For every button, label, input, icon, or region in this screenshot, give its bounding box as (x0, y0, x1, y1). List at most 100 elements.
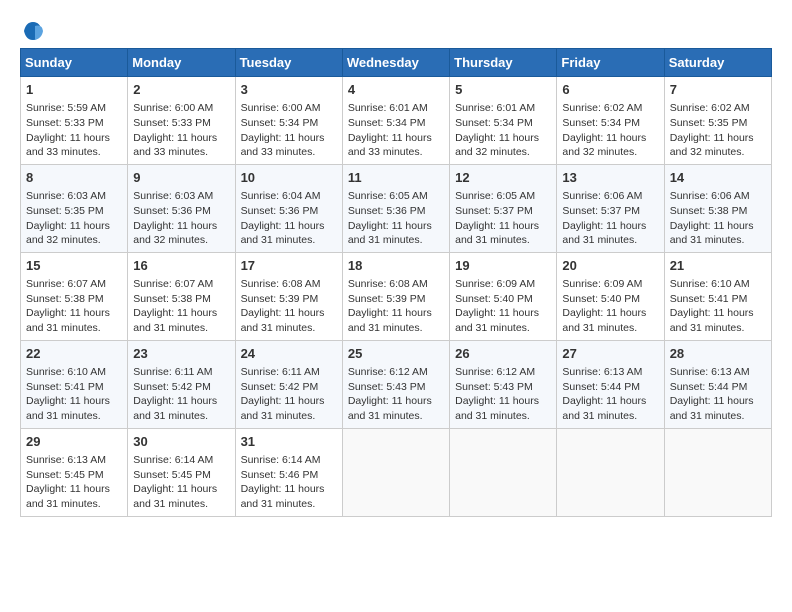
calendar-cell (557, 428, 664, 516)
day-info: Sunrise: 6:05 AM Sunset: 5:36 PM Dayligh… (348, 189, 444, 248)
logo (20, 20, 44, 38)
calendar-header-row: SundayMondayTuesdayWednesdayThursdayFrid… (21, 49, 772, 77)
day-number: 26 (455, 345, 551, 363)
day-number: 19 (455, 257, 551, 275)
calendar-cell: 28 Sunrise: 6:13 AM Sunset: 5:44 PM Dayli… (664, 340, 771, 428)
day-info: Sunrise: 6:08 AM Sunset: 5:39 PM Dayligh… (348, 277, 444, 336)
calendar-cell: 21 Sunrise: 6:10 AM Sunset: 5:41 PM Dayli… (664, 252, 771, 340)
calendar-week-row: 15 Sunrise: 6:07 AM Sunset: 5:38 PM Dayli… (21, 252, 772, 340)
day-info: Sunrise: 6:11 AM Sunset: 5:42 PM Dayligh… (241, 365, 337, 424)
weekday-header: Sunday (21, 49, 128, 77)
day-info: Sunrise: 6:13 AM Sunset: 5:44 PM Dayligh… (670, 365, 766, 424)
day-info: Sunrise: 6:08 AM Sunset: 5:39 PM Dayligh… (241, 277, 337, 336)
calendar-cell: 2Sunrise: 6:00 AM Sunset: 5:33 PM Daylig… (128, 77, 235, 165)
day-info: Sunrise: 6:13 AM Sunset: 5:45 PM Dayligh… (26, 453, 122, 512)
day-info: Sunrise: 6:01 AM Sunset: 5:34 PM Dayligh… (348, 101, 444, 160)
calendar-cell: 9 Sunrise: 6:03 AM Sunset: 5:36 PM Daylig… (128, 164, 235, 252)
calendar-cell: 12Sunrise: 6:05 AM Sunset: 5:37 PM Dayli… (450, 164, 557, 252)
day-info: Sunrise: 5:59 AM Sunset: 5:33 PM Dayligh… (26, 101, 122, 160)
day-info: Sunrise: 6:03 AM Sunset: 5:36 PM Dayligh… (133, 189, 229, 248)
weekday-header: Tuesday (235, 49, 342, 77)
calendar-cell (450, 428, 557, 516)
calendar-cell: 25Sunrise: 6:12 AM Sunset: 5:43 PM Dayli… (342, 340, 449, 428)
day-info: Sunrise: 6:09 AM Sunset: 5:40 PM Dayligh… (562, 277, 658, 336)
day-info: Sunrise: 6:07 AM Sunset: 5:38 PM Dayligh… (26, 277, 122, 336)
day-number: 20 (562, 257, 658, 275)
day-info: Sunrise: 6:02 AM Sunset: 5:35 PM Dayligh… (670, 101, 766, 160)
calendar-cell: 20 Sunrise: 6:09 AM Sunset: 5:40 PM Dayli… (557, 252, 664, 340)
day-number: 29 (26, 433, 122, 451)
day-number: 15 (26, 257, 122, 275)
calendar-cell: 16 Sunrise: 6:07 AM Sunset: 5:38 PM Dayli… (128, 252, 235, 340)
calendar-week-row: 22Sunrise: 6:10 AM Sunset: 5:41 PM Dayli… (21, 340, 772, 428)
day-info: Sunrise: 6:13 AM Sunset: 5:44 PM Dayligh… (562, 365, 658, 424)
day-info: Sunrise: 6:03 AM Sunset: 5:35 PM Dayligh… (26, 189, 122, 248)
calendar-cell: 7 Sunrise: 6:02 AM Sunset: 5:35 PM Daylig… (664, 77, 771, 165)
day-info: Sunrise: 6:04 AM Sunset: 5:36 PM Dayligh… (241, 189, 337, 248)
day-info: Sunrise: 6:06 AM Sunset: 5:38 PM Dayligh… (670, 189, 766, 248)
calendar-week-row: 8 Sunrise: 6:03 AM Sunset: 5:35 PM Daylig… (21, 164, 772, 252)
page-header (20, 20, 772, 38)
calendar-cell (664, 428, 771, 516)
day-number: 16 (133, 257, 229, 275)
calendar-cell: 29 Sunrise: 6:13 AM Sunset: 5:45 PM Dayli… (21, 428, 128, 516)
day-number: 27 (562, 345, 658, 363)
day-info: Sunrise: 6:10 AM Sunset: 5:41 PM Dayligh… (670, 277, 766, 336)
day-number: 13 (562, 169, 658, 187)
day-info: Sunrise: 6:14 AM Sunset: 5:46 PM Dayligh… (241, 453, 337, 512)
day-number: 21 (670, 257, 766, 275)
calendar-cell: 1 Sunrise: 5:59 AM Sunset: 5:33 PM Daylig… (21, 77, 128, 165)
calendar-cell: 26 Sunrise: 6:12 AM Sunset: 5:43 PM Dayli… (450, 340, 557, 428)
day-info: Sunrise: 6:11 AM Sunset: 5:42 PM Dayligh… (133, 365, 229, 424)
calendar-week-row: 29 Sunrise: 6:13 AM Sunset: 5:45 PM Dayli… (21, 428, 772, 516)
calendar-cell: 10 Sunrise: 6:04 AM Sunset: 5:36 PM Dayli… (235, 164, 342, 252)
calendar-table: SundayMondayTuesdayWednesdayThursdayFrid… (20, 48, 772, 517)
calendar-cell (342, 428, 449, 516)
day-info: Sunrise: 6:01 AM Sunset: 5:34 PM Dayligh… (455, 101, 551, 160)
day-number: 4 (348, 81, 444, 99)
day-number: 31 (241, 433, 337, 451)
day-number: 3 (241, 81, 337, 99)
calendar-cell: 22Sunrise: 6:10 AM Sunset: 5:41 PM Dayli… (21, 340, 128, 428)
calendar-cell: 19 Sunrise: 6:09 AM Sunset: 5:40 PM Dayli… (450, 252, 557, 340)
weekday-header: Friday (557, 49, 664, 77)
day-number: 25 (348, 345, 444, 363)
calendar-cell: 5Sunrise: 6:01 AM Sunset: 5:34 PM Daylig… (450, 77, 557, 165)
calendar-cell: 27 Sunrise: 6:13 AM Sunset: 5:44 PM Dayli… (557, 340, 664, 428)
day-number: 30 (133, 433, 229, 451)
calendar-cell: 24Sunrise: 6:11 AM Sunset: 5:42 PM Dayli… (235, 340, 342, 428)
day-info: Sunrise: 6:00 AM Sunset: 5:33 PM Dayligh… (133, 101, 229, 160)
day-number: 28 (670, 345, 766, 363)
day-number: 9 (133, 169, 229, 187)
calendar-cell: 8 Sunrise: 6:03 AM Sunset: 5:35 PM Daylig… (21, 164, 128, 252)
calendar-cell: 6 Sunrise: 6:02 AM Sunset: 5:34 PM Daylig… (557, 77, 664, 165)
calendar-cell: 4 Sunrise: 6:01 AM Sunset: 5:34 PM Daylig… (342, 77, 449, 165)
day-number: 7 (670, 81, 766, 99)
calendar-cell: 30Sunrise: 6:14 AM Sunset: 5:45 PM Dayli… (128, 428, 235, 516)
day-number: 8 (26, 169, 122, 187)
day-number: 10 (241, 169, 337, 187)
day-info: Sunrise: 6:09 AM Sunset: 5:40 PM Dayligh… (455, 277, 551, 336)
day-number: 17 (241, 257, 337, 275)
logo-icon (22, 20, 44, 42)
day-number: 1 (26, 81, 122, 99)
calendar-cell: 14 Sunrise: 6:06 AM Sunset: 5:38 PM Dayli… (664, 164, 771, 252)
day-number: 6 (562, 81, 658, 99)
calendar-cell: 23 Sunrise: 6:11 AM Sunset: 5:42 PM Dayli… (128, 340, 235, 428)
calendar-cell: 15 Sunrise: 6:07 AM Sunset: 5:38 PM Dayli… (21, 252, 128, 340)
day-number: 18 (348, 257, 444, 275)
day-info: Sunrise: 6:07 AM Sunset: 5:38 PM Dayligh… (133, 277, 229, 336)
day-info: Sunrise: 6:00 AM Sunset: 5:34 PM Dayligh… (241, 101, 337, 160)
weekday-header: Thursday (450, 49, 557, 77)
day-number: 14 (670, 169, 766, 187)
calendar-cell: 31 Sunrise: 6:14 AM Sunset: 5:46 PM Dayli… (235, 428, 342, 516)
calendar-cell: 13 Sunrise: 6:06 AM Sunset: 5:37 PM Dayli… (557, 164, 664, 252)
day-info: Sunrise: 6:06 AM Sunset: 5:37 PM Dayligh… (562, 189, 658, 248)
day-info: Sunrise: 6:12 AM Sunset: 5:43 PM Dayligh… (455, 365, 551, 424)
day-info: Sunrise: 6:02 AM Sunset: 5:34 PM Dayligh… (562, 101, 658, 160)
weekday-header: Wednesday (342, 49, 449, 77)
weekday-header: Saturday (664, 49, 771, 77)
day-number: 23 (133, 345, 229, 363)
day-number: 22 (26, 345, 122, 363)
calendar-cell: 11Sunrise: 6:05 AM Sunset: 5:36 PM Dayli… (342, 164, 449, 252)
